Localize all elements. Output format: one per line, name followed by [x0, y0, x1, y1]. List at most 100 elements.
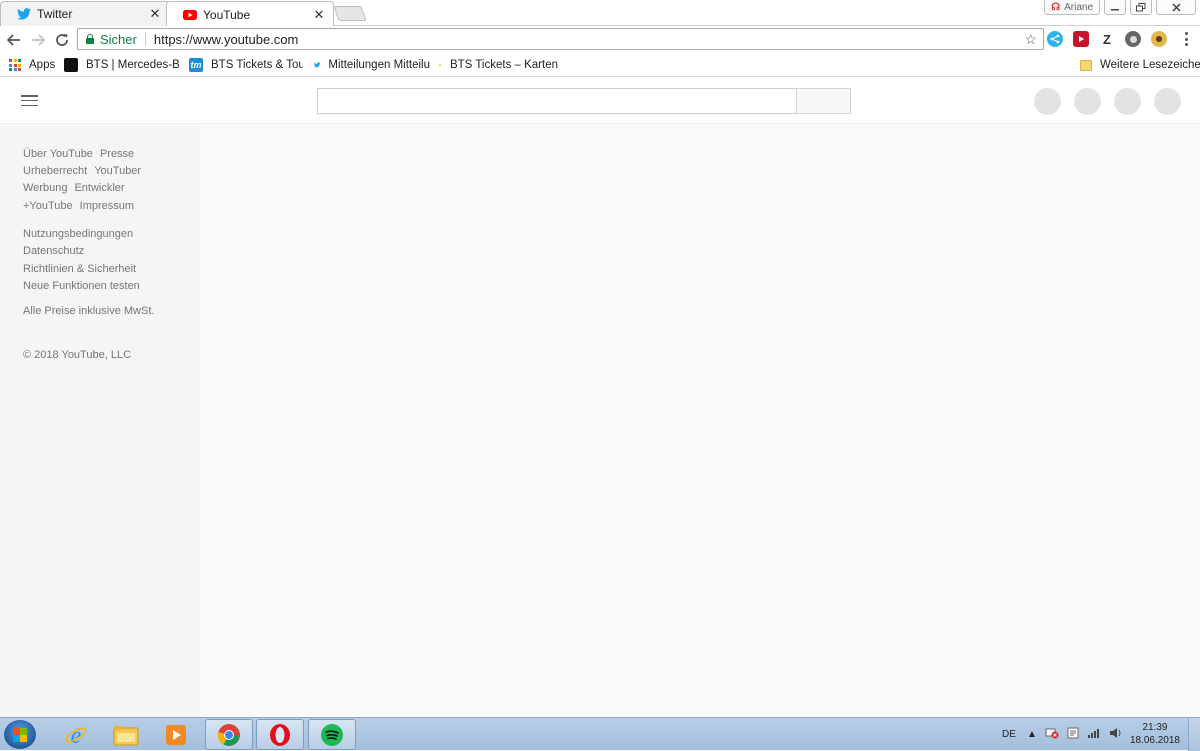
search-button[interactable] [796, 88, 851, 114]
minimize-icon [1111, 9, 1119, 11]
secure-label: Sicher [100, 31, 137, 47]
forward-button[interactable] [28, 30, 48, 50]
taskbar-internet-explorer[interactable]: e [52, 719, 100, 750]
youtube-icon [183, 9, 197, 20]
bookmark-apps[interactable]: Apps [9, 57, 55, 73]
tab-title: Twitter [37, 7, 73, 21]
masthead-placeholder-icon[interactable] [1074, 88, 1101, 115]
bookmark-item[interactable]: tm BTS Tickets & Tour 2 [189, 57, 303, 73]
tab-twitter[interactable]: Twitter ✕ [0, 1, 170, 26]
bookmark-item[interactable]: BTS Tickets – Karten [438, 57, 558, 73]
back-arrow-icon [7, 34, 20, 46]
bookmark-item[interactable]: BTS | Mercedes-Benz [64, 57, 179, 73]
youtube-masthead [0, 77, 1200, 124]
guide-menu-icon[interactable] [21, 95, 38, 106]
tab-strip: Twitter ✕ YouTube ✕ ☊ Ariane [0, 0, 1200, 27]
window-controls: ☊ Ariane [1044, 0, 1196, 15]
forward-arrow-icon [32, 34, 45, 46]
footer-link-developers[interactable]: Entwickler [74, 182, 124, 194]
guide-sidebar: Über YouTube Presse Urheberrecht YouTube… [0, 125, 200, 717]
footer-link-about[interactable]: Über YouTube [23, 148, 93, 160]
tab-close-icon[interactable]: ✕ [313, 7, 325, 23]
sparkle-icon [438, 63, 442, 67]
footer-link-row: Werbung Entwickler [23, 182, 125, 194]
start-button[interactable] [4, 720, 36, 749]
masthead-placeholder-icon[interactable] [1154, 88, 1181, 115]
bookmark-label: Mitteilungen Mitteilu [328, 59, 430, 71]
signal-icon[interactable] [1087, 727, 1101, 742]
bookmark-other-folder[interactable]: Weitere Lesezeichen [1080, 57, 1200, 73]
close-icon [1171, 2, 1181, 12]
circle-ext-icon[interactable] [1125, 31, 1141, 47]
browser-toolbar: Sicher https://www.youtube.com ☆ Z [0, 26, 1200, 53]
chrome-menu-icon[interactable] [1178, 30, 1194, 48]
profile-name: Ariane [1064, 1, 1093, 13]
minimize-button[interactable] [1104, 0, 1126, 15]
action-center-icon[interactable] [1067, 727, 1079, 742]
ticketmaster-icon: tm [189, 58, 203, 72]
address-bar[interactable]: Sicher https://www.youtube.com ☆ [77, 28, 1044, 50]
footer-link-policy-safety[interactable]: Richtlinien & Sicherheit [23, 263, 136, 275]
tab-youtube[interactable]: YouTube ✕ [166, 1, 334, 27]
language-indicator[interactable]: DE [1002, 718, 1016, 751]
folder-icon [1080, 59, 1092, 71]
taskbar-opera[interactable] [256, 719, 304, 750]
opera-icon [270, 723, 290, 746]
footer-link-privacy[interactable]: Datenschutz [23, 245, 84, 257]
footer-link-test-features[interactable]: Neue Funktionen testen [23, 280, 140, 292]
footer-link-press[interactable]: Presse [100, 148, 134, 160]
tab-close-icon[interactable]: ✕ [149, 6, 161, 22]
mercedes-icon [64, 58, 78, 72]
reload-icon [56, 34, 68, 46]
footer-link-advertise[interactable]: Werbung [23, 182, 67, 194]
apps-grid-icon [9, 59, 21, 71]
twitter-icon [314, 62, 321, 68]
footer-link-copyright[interactable]: Urheberrecht [23, 165, 87, 177]
profile-button[interactable]: ☊ Ariane [1044, 0, 1100, 15]
taskbar-spotify[interactable] [308, 719, 356, 750]
masthead-placeholder-icon[interactable] [1034, 88, 1061, 115]
taskbar-clock[interactable]: 21:39 18.06.2018 [1130, 721, 1180, 747]
bookmark-label: BTS Tickets & Tour 2 [211, 59, 303, 71]
url-text[interactable]: https://www.youtube.com [154, 32, 299, 47]
zotero-icon[interactable]: Z [1099, 31, 1115, 47]
taskbar-media-player[interactable] [152, 719, 200, 750]
media-player-icon [166, 724, 186, 745]
clock-time: 21:39 [1142, 722, 1168, 733]
svg-text:e: e [71, 723, 82, 747]
share-extension-icon[interactable] [1047, 31, 1063, 47]
footer-link-imprint[interactable]: Impressum [80, 200, 134, 212]
chrome-icon [218, 723, 240, 746]
bookmark-label: Weitere Lesezeichen [1100, 59, 1200, 71]
youtube-ext-icon[interactable] [1073, 31, 1089, 47]
profile-icon: ☊ [1051, 1, 1061, 13]
windows-logo-icon [13, 727, 27, 742]
new-tab-button[interactable] [333, 6, 367, 21]
footer-link-plus-youtube[interactable]: +YouTube [23, 200, 73, 212]
address-separator [144, 32, 146, 46]
internet-explorer-icon: e [65, 723, 87, 747]
back-button[interactable] [4, 30, 24, 50]
bookmark-item[interactable]: Mitteilungen Mitteilu [314, 57, 430, 73]
volume-icon[interactable] [1109, 727, 1123, 742]
bookmark-label: BTS Tickets – Karten [449, 59, 558, 71]
restore-button[interactable] [1130, 0, 1152, 15]
reload-button[interactable] [52, 30, 72, 50]
masthead-placeholder-icon[interactable] [1114, 88, 1141, 115]
taskbar-file-explorer[interactable] [102, 719, 150, 750]
taskbar-chrome[interactable] [205, 719, 253, 750]
footer-link-row: Über YouTube Presse [23, 148, 134, 160]
show-desktop-button[interactable] [1188, 718, 1200, 751]
main-content-area [200, 125, 1200, 717]
footer-link-creators[interactable]: YouTuber [94, 165, 141, 177]
bookmark-star-icon[interactable]: ☆ [1024, 31, 1037, 48]
network-error-icon[interactable] [1045, 727, 1059, 742]
footer-link-terms[interactable]: Nutzungsbedingungen [23, 228, 133, 240]
search-input[interactable] [317, 88, 797, 114]
tray-expand-icon[interactable]: ▲ [1027, 729, 1037, 740]
lock-icon [86, 34, 94, 44]
file-explorer-icon [113, 725, 139, 745]
close-window-button[interactable] [1156, 0, 1196, 15]
avatar-ext-icon[interactable] [1151, 31, 1167, 47]
spotify-icon [321, 723, 343, 746]
